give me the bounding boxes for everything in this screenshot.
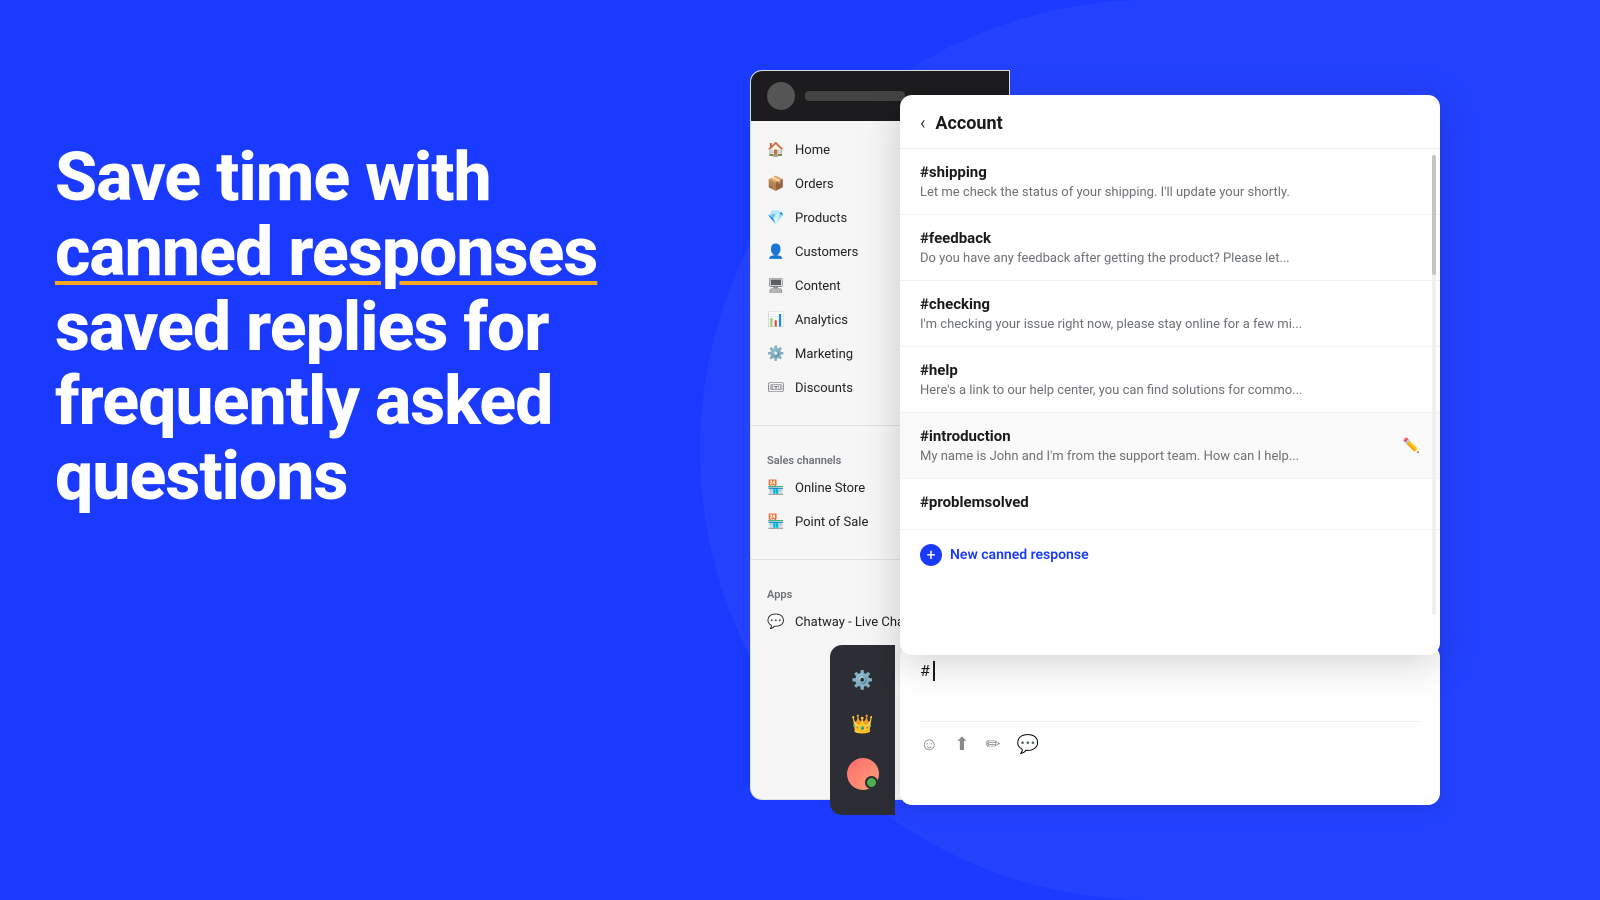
- canned-tag-feedback: #feedback: [920, 229, 1420, 247]
- point-of-sale-icon: 🏪: [767, 513, 785, 531]
- canned-desc-introduction: My name is John and I'm from the support…: [920, 449, 1420, 464]
- canned-desc-feedback: Do you have any feedback after getting t…: [920, 251, 1420, 266]
- hero-line5: questions: [55, 436, 347, 516]
- sidebar-label-customers: Customers: [795, 245, 858, 260]
- canned-tag-introduction: #introduction: [920, 427, 1420, 445]
- customers-icon: 👤: [767, 243, 785, 261]
- chatway-icon: 💬: [767, 613, 785, 631]
- hero-line2: canned responses: [55, 212, 597, 292]
- canned-responses-list: #shipping Let me check the status of you…: [900, 149, 1440, 609]
- chat-toolbar: ☺ ⬆ ✏ 💬: [920, 721, 1420, 755]
- hero-line3: saved replies for: [55, 287, 549, 367]
- sidebar-label-home: Home: [795, 143, 830, 158]
- plus-circle-icon: +: [920, 544, 942, 566]
- products-icon: 💎: [767, 209, 785, 227]
- orders-icon: 📦: [767, 175, 785, 193]
- crown-icon[interactable]: 👑: [851, 714, 873, 735]
- hero-line1: Save time with: [55, 137, 491, 217]
- edit-tool-icon[interactable]: ✏: [985, 734, 1000, 755]
- analytics-icon: 📊: [767, 311, 785, 329]
- account-panel-title: Account: [935, 113, 1002, 134]
- canned-item-feedback[interactable]: #feedback Do you have any feedback after…: [900, 215, 1440, 281]
- canned-tag-checking: #checking: [920, 295, 1420, 313]
- sidebar-label-discounts: Discounts: [795, 381, 853, 396]
- sidebar-label-products: Products: [795, 211, 847, 226]
- new-canned-response-button[interactable]: + New canned response: [900, 530, 1440, 580]
- canned-item-introduction[interactable]: #introduction My name is John and I'm fr…: [900, 413, 1440, 479]
- sidebar-label-content: Content: [795, 279, 841, 294]
- canned-desc-help: Here's a link to our help center, you ca…: [920, 383, 1420, 398]
- hero-section: Save time with canned responses saved re…: [55, 140, 755, 514]
- canned-item-shipping[interactable]: #shipping Let me check the status of you…: [900, 149, 1440, 215]
- store-avatar: [767, 82, 795, 110]
- mockup-container: 🏠 Home 📦 Orders 💎 Products 👤 Customers 🖥…: [750, 55, 1480, 855]
- account-panel-header: ‹ Account: [900, 95, 1440, 149]
- hero-line4: frequently asked: [55, 361, 552, 441]
- chat-bubble-icon[interactable]: 💬: [1017, 734, 1039, 755]
- canned-item-help[interactable]: #help Here's a link to our help center, …: [900, 347, 1440, 413]
- canned-tag-shipping: #shipping: [920, 163, 1420, 181]
- back-button[interactable]: ‹: [920, 113, 925, 134]
- canned-item-checking[interactable]: #checking I'm checking your issue right …: [900, 281, 1440, 347]
- canned-desc-shipping: Let me check the status of your shipping…: [920, 185, 1420, 200]
- sidebar-label-analytics: Analytics: [795, 313, 848, 328]
- canned-item-problemsolved[interactable]: #problemsolved: [900, 479, 1440, 530]
- chat-sidebar-strip: ⚙️ 👑: [830, 645, 895, 815]
- scrollbar-thumb: [1432, 155, 1436, 275]
- sidebar-label-point-of-sale: Point of Sale: [795, 515, 868, 530]
- canned-tag-help: #help: [920, 361, 1420, 379]
- emoji-icon[interactable]: ☺: [920, 734, 938, 755]
- edit-icon[interactable]: ✏️: [1403, 438, 1420, 454]
- user-avatar[interactable]: [847, 758, 879, 790]
- account-panel: ‹ Account #shipping Let me check the sta…: [900, 95, 1440, 655]
- chat-input-area: # ☺ ⬆ ✏ 💬: [900, 645, 1440, 805]
- chat-input-text[interactable]: #: [920, 661, 1420, 681]
- online-store-icon: 🏪: [767, 479, 785, 497]
- sidebar-label-marketing: Marketing: [795, 347, 853, 362]
- chat-cursor: [933, 661, 935, 681]
- sidebar-label-orders: Orders: [795, 177, 834, 192]
- scrollbar[interactable]: [1432, 155, 1436, 615]
- chat-input-prefix: #: [920, 661, 930, 680]
- home-icon: 🏠: [767, 141, 785, 159]
- content-icon: 🖥: [767, 277, 785, 295]
- marketing-icon: ⚙️: [767, 345, 785, 363]
- settings-icon[interactable]: ⚙️: [851, 670, 873, 691]
- hero-title: Save time with canned responses saved re…: [55, 140, 755, 514]
- sidebar-label-online-store: Online Store: [795, 481, 865, 496]
- new-canned-label: New canned response: [950, 547, 1089, 563]
- discounts-icon: 🎟: [767, 379, 785, 397]
- canned-tag-problemsolved: #problemsolved: [920, 493, 1420, 511]
- upload-icon[interactable]: ⬆: [954, 734, 969, 755]
- canned-desc-checking: I'm checking your issue right now, pleas…: [920, 317, 1420, 332]
- store-name-bar: [805, 91, 905, 101]
